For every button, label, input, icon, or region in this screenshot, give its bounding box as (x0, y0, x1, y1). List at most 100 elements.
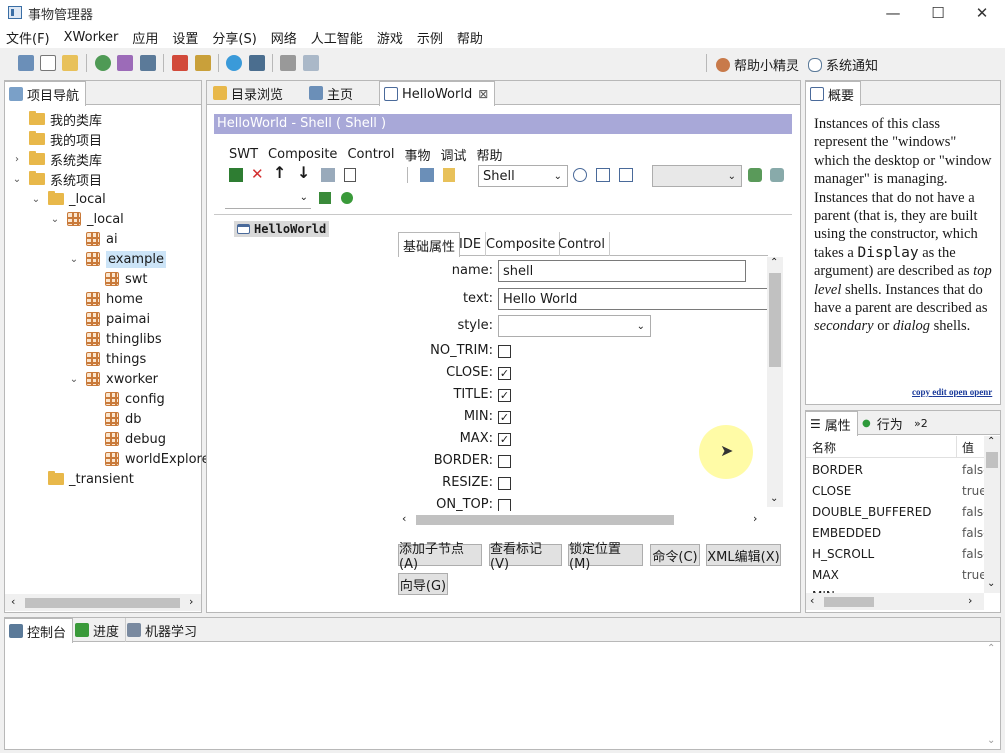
pdf-icon[interactable] (172, 55, 188, 71)
prop-row[interactable]: EMBEDDED false (806, 522, 984, 543)
tree-item[interactable]: db (87, 409, 142, 429)
tree-item[interactable]: ⌄ xworker (68, 369, 158, 389)
tree-toggle-icon[interactable]: ⌄ (11, 174, 23, 185)
prop-row[interactable]: DOUBLE_BUFFERED false (806, 501, 984, 522)
menu-app[interactable]: 应用 (132, 28, 158, 47)
tab-helloworld[interactable]: HelloWorld ⊠ (379, 81, 496, 106)
tab-project-nav[interactable]: 项目导航 (4, 81, 87, 106)
prop-row[interactable]: MAX true (806, 564, 984, 585)
maximize-button[interactable]: ☐ (915, 0, 961, 26)
menu-ai[interactable]: 人工智能 (311, 28, 363, 47)
props-vscrollbar[interactable]: ⌃ ⌄ (984, 436, 1000, 593)
style-checkbox[interactable] (498, 345, 511, 358)
filter-select[interactable]: ⌄ (225, 187, 311, 209)
tree-item[interactable]: home (68, 289, 143, 309)
link-open[interactable]: open (949, 387, 968, 397)
save-icon[interactable] (229, 168, 243, 182)
editor-menu-debug[interactable]: 调试 (440, 145, 466, 164)
tree-toggle-icon[interactable]: › (11, 154, 23, 165)
open-folder-icon[interactable] (62, 55, 78, 71)
console-vscrollbar[interactable]: ⌃ ⌄ (984, 643, 1000, 749)
editor-menu-help[interactable]: 帮助 (476, 145, 502, 164)
editor-menu-swt[interactable]: SWT (229, 147, 258, 162)
nav-hscrollbar[interactable]: ‹ › (5, 594, 201, 611)
tool-icon[interactable] (195, 55, 211, 71)
new-file-icon[interactable] (40, 55, 56, 71)
move-down-icon[interactable]: ↓ (297, 163, 310, 182)
tab-progress[interactable]: 进度 (71, 618, 127, 642)
tree-toggle-icon[interactable]: ⌄ (49, 214, 61, 225)
xml-icon[interactable] (344, 168, 356, 182)
link-openr[interactable]: openr (970, 387, 993, 397)
form-vscrollbar[interactable]: ⌃ ⌄ (767, 257, 783, 507)
monitor-icon[interactable] (140, 55, 156, 71)
tab-directory[interactable]: 目录浏览 (209, 81, 289, 105)
wizard-button[interactable]: 向导(G) (398, 573, 448, 595)
tree-item[interactable]: ai (68, 229, 118, 249)
run-icon[interactable] (748, 168, 762, 182)
style-checkbox[interactable]: ✓ (498, 411, 511, 424)
notify-button[interactable]: 系统通知 (808, 55, 878, 74)
grid-icon[interactable] (596, 168, 610, 182)
gear-icon[interactable] (280, 55, 296, 71)
delete-icon[interactable]: ✕ (251, 165, 264, 183)
form-tab-control[interactable]: Control (554, 232, 610, 256)
tree-item[interactable]: ⌄ _local (30, 189, 106, 209)
tree-item[interactable]: _transient (30, 469, 134, 489)
tree-item[interactable]: 我的类库 (11, 109, 102, 129)
text-field[interactable]: Hello World (498, 288, 768, 310)
tree-node-helloworld[interactable]: HelloWorld (234, 221, 330, 237)
style-checkbox[interactable]: ✓ (498, 367, 511, 380)
menu-help[interactable]: 帮助 (457, 28, 483, 47)
note-icon[interactable] (443, 168, 455, 182)
form-tab-composite[interactable]: Composite (482, 232, 561, 256)
tree-item[interactable]: › 系统类库 (11, 149, 102, 169)
tree-item[interactable]: ⌄ _local (49, 209, 124, 229)
style-checkbox[interactable] (498, 477, 511, 490)
command-button[interactable]: 命令(C) (650, 544, 700, 566)
lock-position-button[interactable]: 锁定位置(M) (568, 542, 643, 572)
copy-icon[interactable] (321, 168, 335, 182)
style-checkbox[interactable]: ✓ (498, 389, 511, 402)
tree-item[interactable]: swt (87, 269, 148, 289)
props-hscrollbar[interactable]: ‹ › (806, 593, 984, 610)
prop-row[interactable]: BORDER false (806, 459, 984, 480)
xml-edit-button[interactable]: XML编辑(X) (706, 544, 781, 566)
prop-row[interactable]: CLOSE true (806, 480, 984, 501)
tree-item[interactable]: debug (87, 429, 166, 449)
document-icon[interactable] (303, 55, 319, 71)
prop-row[interactable]: MIN (806, 585, 984, 594)
tree-item[interactable]: paimai (68, 309, 150, 329)
link-copy[interactable]: copy (912, 387, 930, 397)
editor-menu-composite[interactable]: Composite (268, 147, 337, 162)
sync-icon[interactable] (573, 168, 587, 182)
tree-item[interactable]: thinglibs (68, 329, 162, 349)
globe-icon[interactable] (226, 55, 242, 71)
refresh-icon[interactable] (95, 55, 111, 71)
close-button[interactable]: ✕ (959, 0, 1005, 26)
prop-row[interactable]: H_SCROLL false (806, 543, 984, 564)
tab-machine-learning[interactable]: 机器学习 (123, 618, 203, 642)
menu-network[interactable]: 网络 (271, 28, 297, 47)
home-icon[interactable] (18, 55, 34, 71)
minimize-button[interactable]: — (870, 0, 916, 26)
type-select[interactable]: Shell ⌄ (478, 165, 568, 187)
menu-share[interactable]: 分享(S) (212, 28, 256, 47)
tab-console[interactable]: 控制台 (4, 618, 74, 643)
editor-menu-thing[interactable]: 事物 (404, 145, 430, 164)
tab-close-icon[interactable]: ⊠ (478, 87, 488, 101)
tree-item[interactable]: 我的项目 (11, 129, 102, 149)
link-edit[interactable]: edit (932, 387, 947, 397)
menu-games[interactable]: 游戏 (377, 28, 403, 47)
style-select[interactable]: ⌄ (498, 315, 651, 337)
tab-behavior[interactable]: ● 行为 (858, 411, 909, 435)
tree-item[interactable]: ⌄ example (68, 249, 166, 269)
tree-toggle-icon[interactable]: ⌄ (68, 374, 80, 385)
menu-file[interactable]: 文件(F) (6, 28, 50, 47)
add-child-button[interactable]: 添加子节点(A) (398, 542, 482, 572)
secondary-select[interactable]: ⌄ (652, 165, 742, 187)
tree-toggle-icon[interactable]: ⌄ (68, 254, 80, 265)
menu-examples[interactable]: 示例 (417, 28, 443, 47)
tree-item[interactable]: ⌄ 系统项目 (11, 169, 102, 189)
style-checkbox[interactable]: ✓ (498, 433, 511, 446)
